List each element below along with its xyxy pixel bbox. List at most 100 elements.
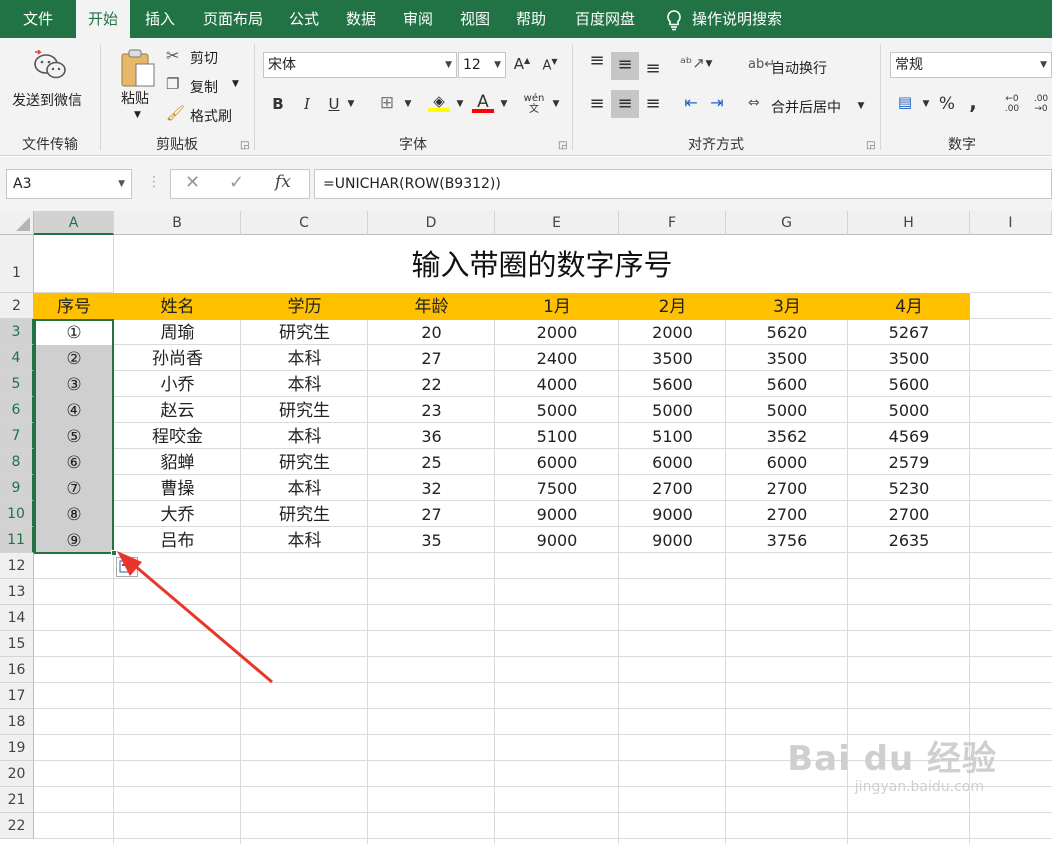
- data-cell[interactable]: 5600: [726, 371, 848, 397]
- row-header-9[interactable]: 9: [0, 475, 34, 501]
- data-cell[interactable]: 35: [368, 527, 495, 553]
- data-cell[interactable]: 5600: [619, 371, 726, 397]
- menu-page-layout[interactable]: 页面布局: [194, 0, 272, 38]
- merge-dropdown-chevron-icon[interactable]: ▼: [855, 101, 867, 111]
- header-cell[interactable]: 4月: [848, 293, 970, 319]
- header-cell[interactable]: 2月: [619, 293, 726, 319]
- phonetic-dropdown-chevron-icon[interactable]: ▼: [550, 99, 562, 109]
- menu-insert[interactable]: 插入: [136, 0, 184, 38]
- row-header-22[interactable]: 22: [0, 813, 34, 839]
- data-cell[interactable]: 6000: [495, 449, 619, 475]
- borders-icon[interactable]: ⊞: [376, 93, 398, 113]
- row-header-11[interactable]: 11: [0, 527, 34, 553]
- row-header-15[interactable]: 15: [0, 631, 34, 657]
- tell-me-search[interactable]: 操作说明搜索: [692, 0, 796, 38]
- menu-view[interactable]: 视图: [450, 0, 500, 38]
- row-header-8[interactable]: 8: [0, 449, 34, 475]
- clipboard-launcher-icon[interactable]: ◲: [240, 140, 249, 151]
- alignment-launcher-icon[interactable]: ◲: [866, 140, 875, 151]
- data-cell[interactable]: 貂蝉: [114, 449, 241, 475]
- font-launcher-icon[interactable]: ◲: [558, 140, 567, 151]
- row-header-3[interactable]: 3: [0, 319, 34, 345]
- data-cell[interactable]: 4000: [495, 371, 619, 397]
- data-cell[interactable]: 9000: [619, 501, 726, 527]
- data-cell[interactable]: 5267: [848, 319, 970, 345]
- data-cell[interactable]: 2400: [495, 345, 619, 371]
- data-cell[interactable]: 吕布: [114, 527, 241, 553]
- header-cell[interactable]: 年龄: [368, 293, 495, 319]
- orientation-dropdown-chevron-icon[interactable]: ▼: [703, 59, 715, 69]
- data-cell[interactable]: 7500: [495, 475, 619, 501]
- menu-file[interactable]: 文件: [10, 0, 66, 38]
- data-cell[interactable]: 2700: [726, 475, 848, 501]
- data-cell[interactable]: 2635: [848, 527, 970, 553]
- row-header-20[interactable]: 20: [0, 761, 34, 787]
- fill-color-icon[interactable]: ◈: [428, 92, 450, 112]
- serial-number-cell[interactable]: ⑥: [34, 449, 114, 475]
- copy-dropdown-chevron-icon[interactable]: ▼: [232, 79, 239, 89]
- align-right-icon[interactable]: ≡: [642, 93, 664, 114]
- data-cell[interactable]: 2700: [726, 501, 848, 527]
- align-center-icon[interactable]: ≡: [614, 93, 636, 114]
- data-cell[interactable]: 3500: [619, 345, 726, 371]
- data-cell[interactable]: 32: [368, 475, 495, 501]
- header-cell[interactable]: 学历: [241, 293, 368, 319]
- data-cell[interactable]: 36: [368, 423, 495, 449]
- header-cell[interactable]: 姓名: [114, 293, 241, 319]
- align-middle-icon[interactable]: ≡: [614, 56, 636, 74]
- align-bottom-icon[interactable]: ≡: [642, 60, 664, 78]
- enter-check-icon[interactable]: ✓: [229, 172, 244, 193]
- data-cell[interactable]: 5600: [848, 371, 970, 397]
- increase-decimal-icon[interactable]: ←0.00: [1000, 94, 1024, 114]
- serial-number-cell[interactable]: ③: [34, 371, 114, 397]
- cancel-icon[interactable]: ✕: [185, 172, 200, 193]
- paste-dropdown-chevron-icon[interactable]: ▼: [134, 110, 141, 120]
- data-cell[interactable]: 本科: [241, 423, 368, 449]
- phonetic-guide-icon[interactable]: wén 文: [522, 93, 546, 115]
- data-cell[interactable]: 2000: [495, 319, 619, 345]
- font-color-dropdown-chevron-icon[interactable]: ▼: [498, 99, 510, 109]
- sheet-title[interactable]: 输入带圈的数字序号: [114, 235, 970, 293]
- menu-data[interactable]: 数据: [336, 0, 386, 38]
- orientation-icon[interactable]: ᵃᵇ↗: [680, 54, 705, 72]
- percent-style-button[interactable]: %: [938, 94, 956, 114]
- data-cell[interactable]: 本科: [241, 371, 368, 397]
- column-header-h[interactable]: H: [848, 211, 970, 235]
- column-header-a[interactable]: A: [34, 211, 114, 235]
- underline-button[interactable]: U: [324, 95, 344, 113]
- serial-number-cell[interactable]: ②: [34, 345, 114, 371]
- decrease-font-icon[interactable]: A▼: [540, 57, 560, 73]
- column-header-b[interactable]: B: [114, 211, 241, 235]
- row-header-5[interactable]: 5: [0, 371, 34, 397]
- fill-color-dropdown-chevron-icon[interactable]: ▼: [454, 99, 466, 109]
- data-cell[interactable]: 程咬金: [114, 423, 241, 449]
- data-cell[interactable]: 9000: [495, 501, 619, 527]
- insert-function-button[interactable]: fx: [275, 172, 291, 192]
- data-cell[interactable]: 25: [368, 449, 495, 475]
- format-painter-button[interactable]: 格式刷: [190, 106, 232, 126]
- data-cell[interactable]: 20: [368, 319, 495, 345]
- bold-button[interactable]: B: [268, 95, 288, 113]
- data-cell[interactable]: 22: [368, 371, 495, 397]
- data-cell[interactable]: 9000: [619, 527, 726, 553]
- font-name-select[interactable]: 宋体 ▼: [263, 52, 457, 78]
- font-color-icon[interactable]: A: [472, 92, 494, 113]
- increase-font-icon[interactable]: A▲: [512, 55, 532, 73]
- data-cell[interactable]: 本科: [241, 345, 368, 371]
- row-header-16[interactable]: 16: [0, 657, 34, 683]
- decrease-indent-icon[interactable]: ⇤: [680, 93, 702, 112]
- formula-input[interactable]: =UNICHAR(ROW(B9312)): [314, 169, 1052, 199]
- borders-dropdown-chevron-icon[interactable]: ▼: [402, 99, 414, 109]
- data-cell[interactable]: 9000: [495, 527, 619, 553]
- data-cell[interactable]: 27: [368, 501, 495, 527]
- accounting-dropdown-chevron-icon[interactable]: ▼: [920, 99, 932, 109]
- row-header-14[interactable]: 14: [0, 605, 34, 631]
- data-cell[interactable]: 5620: [726, 319, 848, 345]
- data-cell[interactable]: 23: [368, 397, 495, 423]
- data-cell[interactable]: 4569: [848, 423, 970, 449]
- menu-help[interactable]: 帮助: [506, 0, 556, 38]
- column-header-f[interactable]: F: [619, 211, 726, 235]
- comma-style-button[interactable]: ,: [966, 90, 980, 114]
- data-cell[interactable]: 研究生: [241, 397, 368, 423]
- fill-handle[interactable]: [111, 550, 117, 556]
